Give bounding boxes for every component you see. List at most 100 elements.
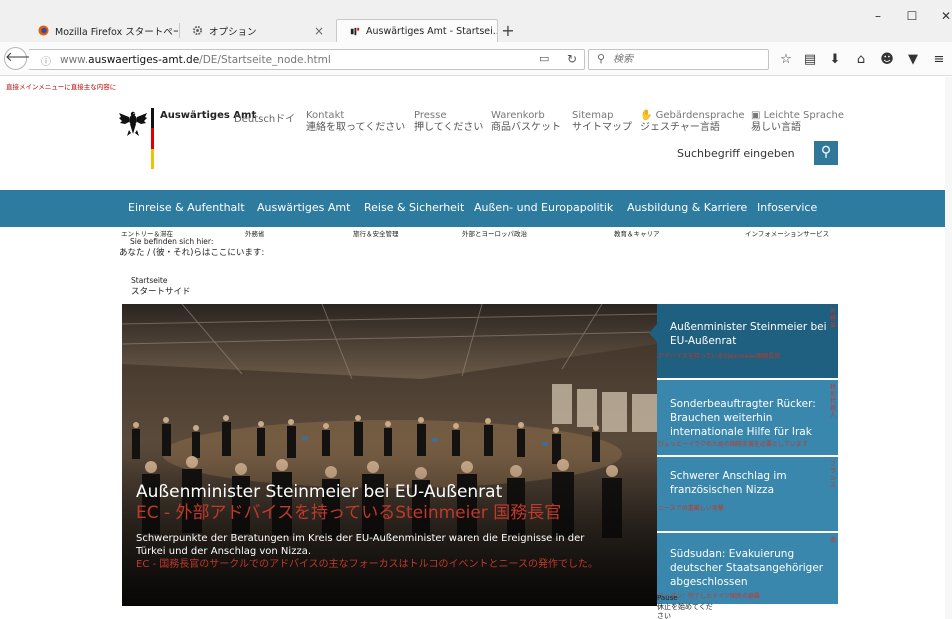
- news-list: Außenminister Steinmeier bei EU-Außenrat…: [657, 304, 838, 604]
- info-icon[interactable]: ⓘ: [41, 53, 51, 68]
- minimize-button[interactable]: –: [868, 9, 888, 23]
- header-link-label: Gebärdensprache: [655, 110, 745, 121]
- back-button[interactable]: 🡐: [4, 47, 40, 70]
- site-search: ⚲: [672, 141, 838, 165]
- hero-text: Außenminister Steinmeier bei EU-Außenrat…: [136, 482, 636, 571]
- header-link-presse[interactable]: Presse 押してください: [414, 110, 483, 134]
- url-path: /DE/Startseite_node.html: [199, 54, 331, 66]
- search-icon: ⚲: [597, 52, 606, 65]
- news-title: Außenminister Steinmeier bei EU-Außenrat: [670, 321, 827, 347]
- home-icon[interactable]: ⌂: [852, 51, 870, 69]
- pause-label: Pause: [657, 594, 678, 602]
- header-link-leichte-sprache[interactable]: ▣ Leichte Sprache 易しい言語: [751, 110, 844, 134]
- navigation-bar: 🡐 ⓘ www.auswaertiges-amt.de/DE/Startseit…: [0, 42, 952, 76]
- hero-body: Schwerpunkte der Beratungen im Kreis der…: [136, 533, 585, 557]
- bookmark-star-icon[interactable]: ☆: [777, 51, 795, 69]
- book-icon: ▣: [751, 110, 764, 121]
- news-vertical-jp: 南: [830, 537, 837, 544]
- search-button[interactable]: ⚲: [814, 141, 838, 165]
- close-icon[interactable]: ×: [308, 24, 324, 38]
- chat-icon[interactable]: ☻: [878, 51, 896, 69]
- header-link-kontakt[interactable]: Kontakt 連絡を取ってください: [306, 110, 405, 134]
- nav-sub-label: 外務省: [245, 230, 265, 238]
- firefox-icon: [38, 25, 49, 36]
- tab-firefox-start[interactable]: Mozilla Firefox スタートページ ×: [26, 19, 178, 42]
- tab-options[interactable]: オプション ×: [180, 19, 332, 42]
- hero-title-jp: EC - 外部アドバイスを持っているSteinmeier 国務長官: [136, 503, 562, 523]
- nav-aussenpolitik[interactable]: Außen- und Europapolitik: [474, 201, 613, 214]
- hero-teaser[interactable]: Außenminister Steinmeier bei EU-Außenrat…: [122, 304, 657, 606]
- url-text[interactable]: www.auswaertiges-amt.de/DE/Startseite_no…: [60, 54, 331, 66]
- search-icon: ⚲: [820, 144, 832, 160]
- header-link-label: Presse: [414, 110, 447, 121]
- federal-eagle-logo[interactable]: [118, 108, 148, 138]
- tab-auswaertiges-amt[interactable]: Auswärtiges Amt - Startsei... ×: [336, 19, 498, 42]
- close-window-button[interactable]: ✕: [936, 9, 952, 23]
- download-icon[interactable]: ⬇: [826, 51, 844, 69]
- news-sub-jp: アドバイスを持っているSteinmeier国務長官: [658, 353, 781, 360]
- header-link-sub: 連絡を取ってください: [306, 122, 406, 133]
- new-tab-button[interactable]: +: [498, 21, 518, 40]
- main-navigation: Einreise & Aufenthalt Auswärtiges Amt Re…: [0, 190, 952, 227]
- breadcrumb-current: Startseite: [131, 276, 168, 285]
- header-link-sub: 易しい言語: [751, 122, 801, 133]
- web-page: 直接メインメニューに直接主な内容に Auswärtiges Amt Deutsc…: [0, 77, 952, 619]
- nav-reise-sicherheit[interactable]: Reise & Sicherheit: [364, 201, 464, 214]
- news-vertical-jp: 外務省: [830, 308, 837, 329]
- tab-bar: Mozilla Firefox スタートページ × オプション × Auswär…: [0, 0, 952, 42]
- news-sub-jp: ひょっとーイラクのための国際支援を必要としています: [658, 441, 808, 448]
- news-item[interactable]: Außenminister Steinmeier bei EU-Außenrat…: [657, 304, 838, 378]
- header-link-sub: サイトマップ: [572, 122, 632, 133]
- browser-search-bar[interactable]: ⚲: [588, 49, 769, 70]
- tab-label: Auswärtiges Amt - Startsei...: [366, 25, 498, 37]
- header-link-sub: 商品バスケット: [491, 122, 561, 133]
- url-domain: auswaertiges-amt.de: [88, 54, 200, 66]
- maximize-button[interactable]: ☐: [902, 9, 922, 23]
- bookmarks-library-icon[interactable]: ▤: [801, 51, 819, 69]
- browser-search-input[interactable]: [613, 52, 763, 67]
- header-link-gebaerdensprache[interactable]: ✋ Gebärdensprache ジェスチャー言語: [640, 110, 745, 134]
- header-link-label: Warenkorb: [491, 110, 545, 121]
- german-flag-stripe: [151, 108, 154, 169]
- site-search-input[interactable]: [672, 141, 812, 165]
- active-pointer: [649, 324, 657, 342]
- language-switch[interactable]: Deutschドイ: [234, 110, 295, 125]
- header-link-label: Leichte Sprache: [763, 110, 844, 121]
- header-link-warenkorb[interactable]: Warenkorb 商品バスケット: [491, 110, 561, 134]
- header-link-sitemap[interactable]: Sitemap サイトマップ: [572, 110, 632, 134]
- pocket-icon[interactable]: ▼: [904, 51, 922, 69]
- nav-infoservice[interactable]: Infoservice: [757, 201, 817, 214]
- nav-sub-label: 教育＆キャリア: [614, 230, 660, 238]
- breadcrumb-current-jp: スタートサイド: [131, 287, 191, 297]
- news-item[interactable]: Sonderbeauftragter Rücker: Brauchen weit…: [657, 380, 838, 455]
- url-prefix: www.: [60, 54, 89, 66]
- news-item[interactable]: Schwerer Anschlag im französischen Nizza…: [657, 457, 838, 531]
- nav-sub-label: 旅行＆安全管理: [353, 230, 399, 238]
- nav-ausbildung[interactable]: Ausbildung & Karriere: [627, 201, 747, 214]
- pause-button[interactable]: Pause 休止を始めてください: [657, 594, 717, 619]
- nav-auswaertiges-amt[interactable]: Auswärtiges Amt: [257, 201, 350, 214]
- nav-einreise[interactable]: Einreise & Aufenthalt: [128, 201, 245, 214]
- news-title: Südsudan: Evakuierung deutscher Staatsan…: [670, 548, 824, 588]
- hand-icon: ✋: [640, 110, 656, 121]
- menu-icon[interactable]: ≡: [930, 51, 948, 69]
- hero-title[interactable]: Außenminister Steinmeier bei EU-Außenrat: [136, 482, 636, 502]
- news-title: Sonderbeauftragter Rücker: Brauchen weit…: [670, 398, 816, 438]
- news-sub-jp: ニースでの重厳しい攻撃: [658, 505, 724, 512]
- pause-label-jp: 休止を始めてください: [657, 603, 713, 619]
- news-vertical-jp: フランス: [830, 461, 837, 489]
- breadcrumb-label: Sie befinden sich hier:: [130, 237, 214, 246]
- tab-label: Mozilla Firefox スタートページ: [55, 26, 178, 38]
- news-vertical-jp: 特別代理人: [830, 384, 837, 419]
- nav-sub-label: 外部とヨーロッパ政治: [462, 230, 527, 238]
- nav-sub-label: インフォメーションサービス: [745, 230, 830, 238]
- reader-view-icon[interactable]: ▭: [539, 52, 549, 65]
- header-link-sub: ジェスチャー言語: [640, 122, 720, 133]
- scrollbar[interactable]: [945, 77, 952, 619]
- header-link-sub: 押してください: [414, 122, 484, 133]
- url-bar[interactable]: ⓘ www.auswaertiges-amt.de/DE/Startseite_…: [29, 49, 585, 70]
- tab-label: オプション: [209, 26, 257, 38]
- header-link-label: Sitemap: [572, 110, 614, 121]
- reload-icon[interactable]: ↻: [567, 52, 577, 66]
- skip-links[interactable]: 直接メインメニューに直接主な内容に: [6, 81, 116, 91]
